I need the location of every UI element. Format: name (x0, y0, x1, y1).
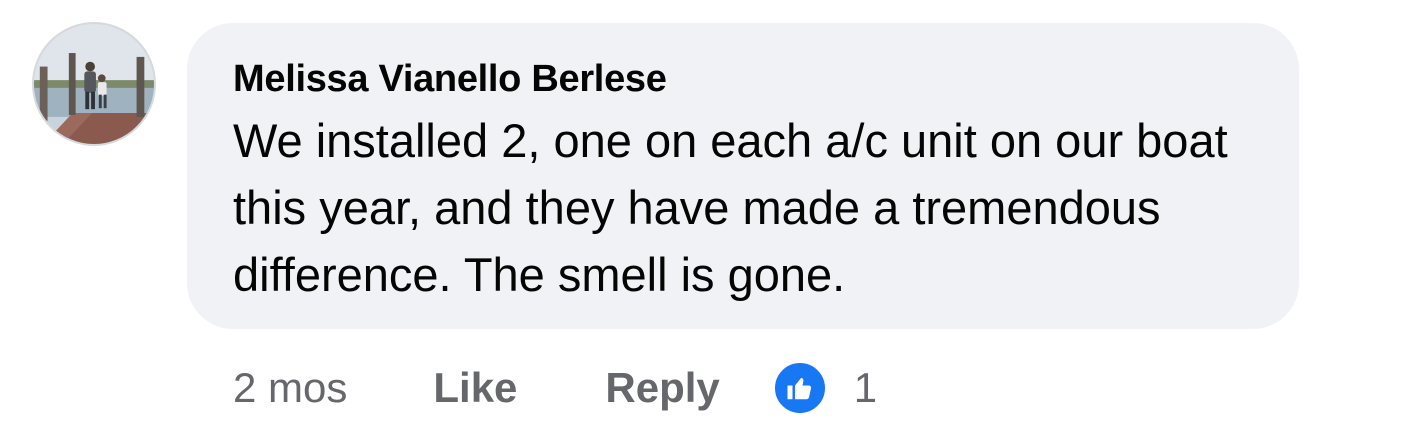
comment-text: We installed 2, one on each a/c unit on … (233, 114, 1228, 301)
reply-button[interactable]: Reply (605, 364, 719, 412)
reaction-summary[interactable]: 1 (771, 360, 878, 416)
comment-author[interactable]: Melissa Vianello Berlese (233, 57, 667, 101)
comment-bubble: Melissa Vianello Berlese We installed 2,… (187, 23, 1299, 329)
like-button[interactable]: Like (433, 364, 517, 412)
comment-timestamp[interactable]: 2 mos (233, 364, 347, 412)
comment-actions: 2 mos Like Reply 1 (233, 360, 877, 416)
thumbs-up-icon (771, 360, 828, 416)
reaction-count: 1 (853, 364, 878, 411)
avatar[interactable] (32, 22, 156, 146)
avatar-photo (34, 24, 154, 144)
